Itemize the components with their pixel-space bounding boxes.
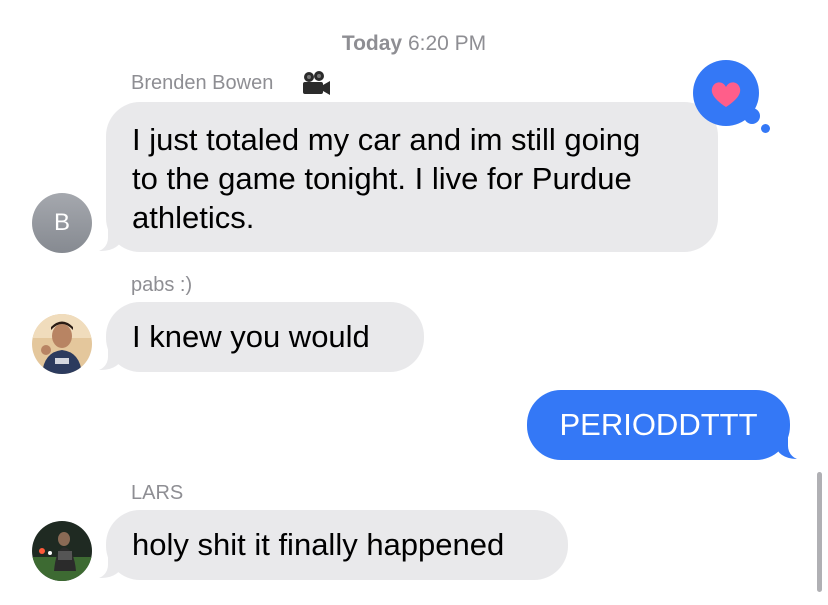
conversation-timestamp: Today 6:20 PM <box>0 32 828 56</box>
scrollbar[interactable] <box>817 472 822 592</box>
message-bubble[interactable]: I just totaled my car and im still going… <box>106 102 718 252</box>
avatar[interactable] <box>32 314 92 374</box>
timestamp-time: 6:20 PM <box>407 32 487 55</box>
message-line: athletics. <box>132 200 255 235</box>
message-line: to the game tonight. I live for Purdue <box>132 161 632 196</box>
message-bubble-outgoing[interactable]: PERIODDTTT <box>527 390 790 460</box>
message-text: holy shit it finally happened <box>132 527 505 562</box>
heart-icon <box>710 80 742 113</box>
timestamp-day: Today <box>341 32 403 55</box>
reaction-tail <box>761 124 770 133</box>
message-bubble[interactable]: holy shit it finally happened <box>106 510 568 580</box>
message-bubble[interactable]: I knew you would <box>106 302 424 372</box>
sender-name: LARS <box>131 482 184 504</box>
message-text: I knew you would <box>132 319 370 354</box>
avatar[interactable] <box>32 521 92 581</box>
message-text: PERIODDTTT <box>559 407 758 442</box>
message-line: I just totaled my car and im still going <box>132 122 641 157</box>
sender-name: pabs :) <box>131 274 193 296</box>
sender-name: Brenden Bowen <box>131 72 274 94</box>
reaction-tail <box>744 108 760 124</box>
video-camera-icon <box>300 70 332 103</box>
avatar[interactable]: B <box>32 193 92 253</box>
